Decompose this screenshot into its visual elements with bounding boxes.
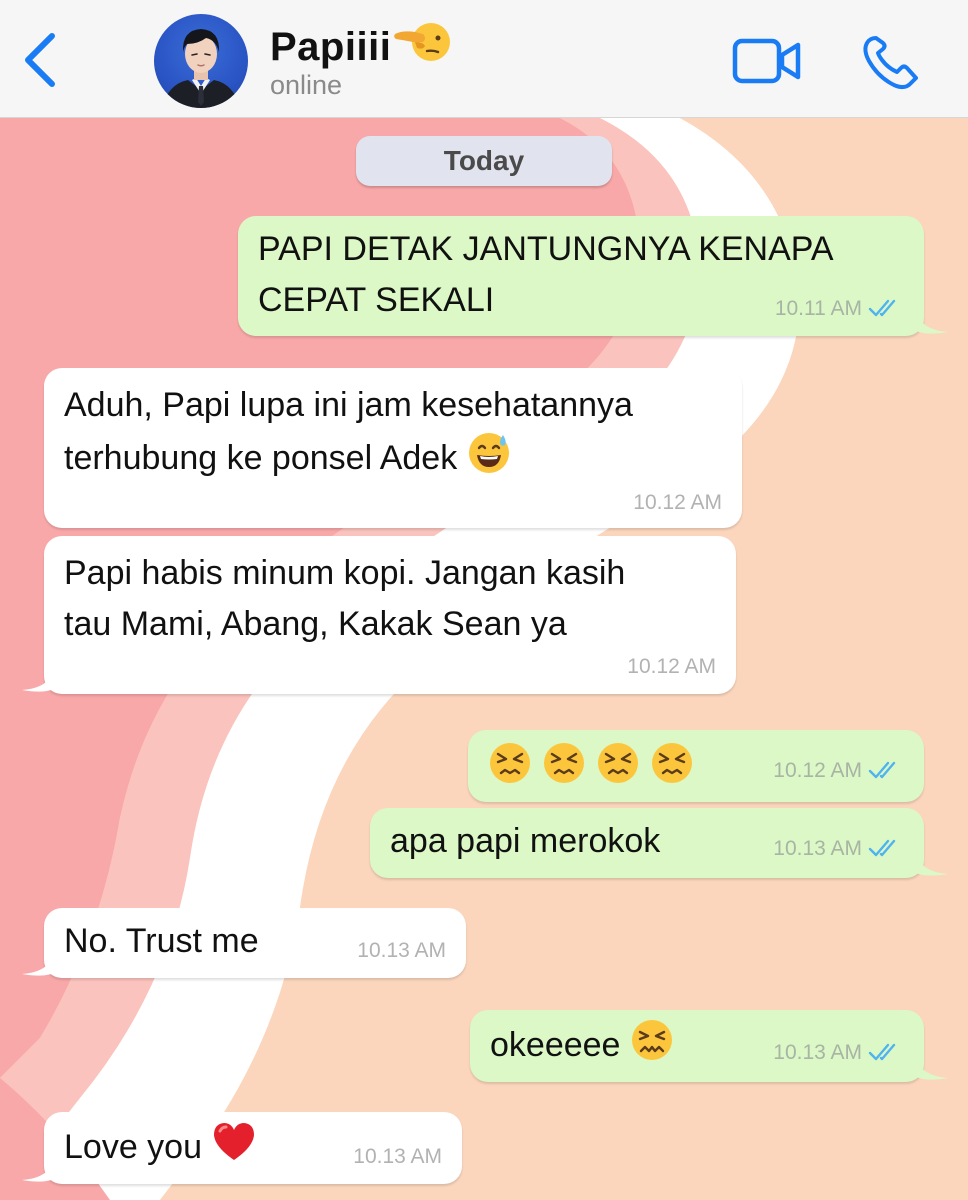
bubble-tail bbox=[914, 1052, 948, 1080]
persevering-face-emoji bbox=[490, 741, 694, 785]
message-meta: 10.11 AM bbox=[775, 296, 902, 322]
read-receipt-icon bbox=[868, 1043, 896, 1061]
red-heart-emoji bbox=[214, 1123, 255, 1160]
bubble-tail bbox=[22, 664, 56, 692]
contact-name[interactable]: Papiiii bbox=[270, 20, 451, 70]
message-time: 10.12 AM bbox=[773, 759, 862, 782]
read-receipt-icon bbox=[868, 761, 896, 779]
avatar[interactable] bbox=[154, 14, 248, 108]
message-line: okeeeee bbox=[490, 1018, 674, 1071]
message-outgoing[interactable]: okeeeee 10.13 AM bbox=[470, 1010, 924, 1082]
message-outgoing[interactable]: apa papi merokok 10.13 AM bbox=[370, 808, 924, 878]
message-text: Papi habis minum kopi. Jangan kasih tau … bbox=[64, 548, 625, 650]
message-text bbox=[488, 740, 704, 795]
date-separator: Today bbox=[356, 136, 612, 186]
sweat-smile-emoji bbox=[468, 433, 509, 473]
message-time: 10.13 AM bbox=[357, 939, 446, 962]
avatar-image bbox=[162, 29, 240, 108]
chevron-left-icon bbox=[25, 33, 55, 87]
chat-header: Papiiii online bbox=[0, 0, 968, 118]
message-line: terhubung ke ponsel Adek bbox=[64, 431, 633, 484]
message-line-text: terhubung ke ponsel Adek bbox=[64, 439, 458, 477]
read-receipt-icon bbox=[868, 299, 896, 317]
confounded-face-emoji bbox=[631, 1020, 672, 1060]
message-incoming[interactable]: Love you 10.13 AM bbox=[44, 1112, 462, 1184]
bubble-tail bbox=[22, 948, 56, 976]
message-outgoing[interactable]: 10.12 AM bbox=[468, 730, 924, 802]
message-incoming[interactable]: Aduh, Papi lupa ini jam kesehatannya ter… bbox=[44, 368, 742, 528]
contact-name-text: Papiiii bbox=[270, 25, 392, 69]
message-text: Love you bbox=[64, 1120, 257, 1173]
video-call-button[interactable] bbox=[732, 36, 802, 86]
message-incoming[interactable]: Papi habis minum kopi. Jangan kasih tau … bbox=[44, 536, 736, 694]
message-time: 10.11 AM bbox=[774, 297, 862, 320]
read-receipt-icon bbox=[868, 839, 896, 857]
message-line-text: Love you bbox=[64, 1128, 202, 1166]
message-time: 10.13 AM bbox=[353, 1145, 442, 1168]
video-camera-icon bbox=[732, 38, 801, 84]
chat-area[interactable]: Today PAPI DETAK JANTUNGNYA KENAPA CEPAT… bbox=[0, 118, 968, 1200]
bubble-tail bbox=[914, 848, 948, 876]
message-line: PAPI DETAK JANTUNGNYA KENAPA bbox=[258, 230, 834, 268]
bubble-tail bbox=[914, 306, 948, 334]
message-time: 10.12 AM bbox=[627, 655, 716, 678]
message-meta: 10.13 AM bbox=[773, 1040, 902, 1066]
message-text: okeeeee bbox=[490, 1018, 674, 1071]
message-text: No. Trust me bbox=[64, 916, 259, 967]
message-line-text: okeeeee bbox=[490, 1026, 621, 1064]
contact-status: online bbox=[270, 70, 343, 100]
message-time: 10.13 AM bbox=[773, 1041, 862, 1064]
message-meta: 10.12 AM bbox=[627, 654, 716, 680]
message-outgoing[interactable]: PAPI DETAK JANTUNGNYA KENAPA CEPAT SEKAL… bbox=[238, 216, 924, 336]
message-line: CEPAT SEKALI bbox=[258, 281, 495, 319]
message-incoming[interactable]: No. Trust me 10.13 AM bbox=[44, 908, 466, 978]
back-button[interactable] bbox=[18, 30, 62, 90]
message-line: No. Trust me bbox=[64, 922, 259, 960]
bubble-tail bbox=[22, 1154, 56, 1182]
message-line: Love you bbox=[64, 1120, 257, 1173]
message-line: apa papi merokok bbox=[390, 822, 661, 860]
message-line: Aduh, Papi lupa ini jam kesehatannya bbox=[64, 386, 633, 424]
voice-call-button[interactable] bbox=[862, 34, 920, 90]
message-meta: 10.12 AM bbox=[773, 758, 902, 784]
message-time: 10.12 AM bbox=[633, 491, 722, 514]
message-text: Aduh, Papi lupa ini jam kesehatannya ter… bbox=[64, 380, 633, 484]
message-meta: 10.13 AM bbox=[773, 836, 902, 862]
message-line: tau Mami, Abang, Kakak Sean ya bbox=[64, 605, 567, 643]
message-meta: 10.12 AM bbox=[633, 490, 722, 516]
message-time: 10.13 AM bbox=[773, 837, 862, 860]
message-line: Papi habis minum kopi. Jangan kasih bbox=[64, 554, 626, 592]
message-text: apa papi merokok bbox=[390, 816, 660, 867]
pointing-hand-emoji bbox=[394, 23, 451, 61]
message-meta: 10.13 AM bbox=[353, 1144, 442, 1170]
message-text: PAPI DETAK JANTUNGNYA KENAPA CEPAT SEKAL… bbox=[258, 224, 834, 326]
message-meta: 10.13 AM bbox=[357, 938, 446, 964]
phone-icon bbox=[863, 36, 918, 90]
